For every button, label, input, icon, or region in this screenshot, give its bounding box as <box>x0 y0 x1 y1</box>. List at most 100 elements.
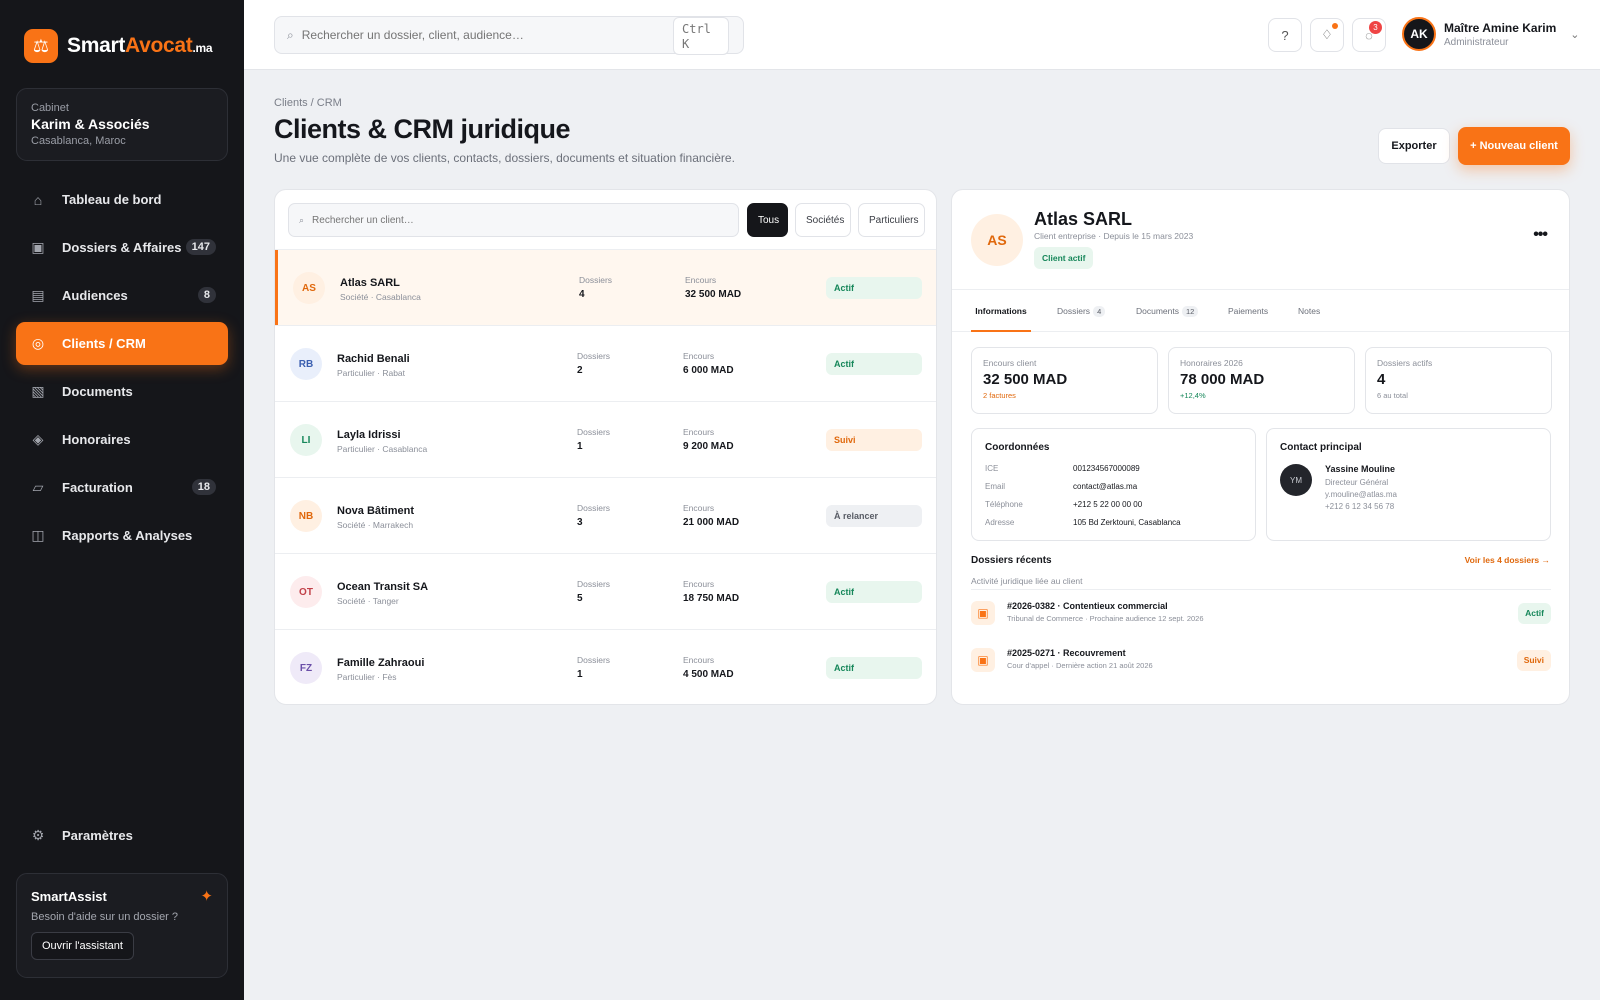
filter-all[interactable]: Tous <box>747 203 788 237</box>
more-options-icon[interactable]: ••• <box>1533 226 1548 244</box>
count-badge: 18 <box>191 479 216 495</box>
table-row[interactable]: RB Rachid Benali Particulier · Rabat Dossie… <box>275 325 936 401</box>
client-search[interactable]: ⌕ <box>288 203 739 237</box>
kpi-value: 4 <box>1377 371 1386 388</box>
user-menu[interactable]: AK Maître Amine Karim Administrateur ⌄ <box>1402 17 1579 51</box>
avatar: AS <box>293 272 325 304</box>
recent-dossier-item[interactable]: ▣ #2025-0271 · Recouvrement Cour d'appel… <box>971 644 1551 674</box>
sidebar-item-facturation[interactable]: ▱ Facturation 18 <box>16 466 228 509</box>
dossiers-count: 5 <box>577 593 583 604</box>
sidebar-item-dashboard[interactable]: ⌂ Tableau de bord <box>16 178 228 221</box>
assist-description: Besoin d'aide sur un dossier ? <box>31 911 179 923</box>
client-search-input[interactable] <box>312 214 728 226</box>
help-button[interactable]: ? <box>1268 18 1302 52</box>
sidebar-item-audiences[interactable]: ▤ Audiences 8 <box>16 274 228 317</box>
kpi-value: 32 500 MAD <box>983 371 1068 388</box>
tab-dossiers[interactable]: Dossiers 4 <box>1057 290 1106 332</box>
tab-informations[interactable]: Informations <box>971 290 1031 332</box>
notifications-button[interactable]: ♢ <box>1310 18 1344 52</box>
sidebar-item-settings[interactable]: ⚙ Paramètres <box>16 814 228 857</box>
client-name: Ocean Transit SA <box>337 581 429 593</box>
table-row[interactable]: LI Layla Idrissi Particulier · Casablanca D… <box>275 401 936 477</box>
topbar: ⌕ Ctrl K ? ♢ ◌ 3 AK Maître Amine Karim A… <box>244 0 1600 70</box>
brand-logo[interactable]: ⚖ SmartAvocat.ma <box>24 29 213 63</box>
kpi-label: Encours client <box>983 358 1037 368</box>
sidebar-item-label: Tableau de bord <box>62 192 162 207</box>
encours-value: 21 000 MAD <box>683 517 740 528</box>
fees-icon: ◈ <box>32 431 44 447</box>
export-button[interactable]: Exporter <box>1378 128 1450 164</box>
count-badge: 8 <box>197 287 216 303</box>
messages-button[interactable]: ◌ 3 <box>1352 18 1386 52</box>
encours-label: Encours <box>683 503 715 513</box>
filter-societes[interactable]: Sociétés <box>795 203 851 237</box>
search-icon: ⌕ <box>299 214 305 225</box>
invoice-icon: ▱ <box>32 479 44 495</box>
new-client-button[interactable]: + Nouveau client <box>1458 127 1570 165</box>
sidebar-item-dossiers[interactable]: ▣ Dossiers & Affaires 147 <box>16 226 228 269</box>
sidebar: ⚖ SmartAvocat.ma Cabinet Karim & Associé… <box>0 0 244 1000</box>
coord-value[interactable]: contact@atlas.ma <box>1073 482 1253 491</box>
filter-particuliers[interactable]: Particuliers <box>858 203 925 237</box>
status-badge: Actif <box>826 353 922 375</box>
global-search-input[interactable] <box>301 28 731 42</box>
page-title: Clients & CRM juridique <box>274 114 571 144</box>
client-name: Atlas SARL <box>340 277 400 289</box>
user-role: Administrateur <box>1444 36 1509 48</box>
table-row[interactable]: OT Ocean Transit SA Société · Tanger Dossie… <box>275 553 936 629</box>
sidebar-item-label: Clients / CRM <box>62 336 146 351</box>
dossiers-label: Dossiers <box>577 579 611 589</box>
coord-key: Adresse <box>985 518 1015 527</box>
sidebar-item-label: Honoraires <box>62 432 131 447</box>
status-badge: Actif <box>826 581 922 603</box>
sidebar-item-honoraires[interactable]: ◈ Honoraires <box>16 418 228 461</box>
encours-label: Encours <box>683 579 715 589</box>
open-assistant-button[interactable]: Ouvrir l'assistant <box>31 932 134 960</box>
smartassist-card: SmartAssist ✦ Besoin d'aide sur un dossi… <box>16 873 228 978</box>
tab-label: Notes <box>1298 306 1321 316</box>
recent-title: Dossiers récents <box>971 555 1052 566</box>
encours-label: Encours <box>683 655 715 665</box>
view-all-dossiers-link[interactable]: Voir les 4 dossiers → <box>1465 555 1550 565</box>
status-badge: Client actif <box>1034 247 1094 269</box>
user-name: Maître Amine Karim <box>1444 20 1557 35</box>
tab-notes[interactable]: Notes <box>1298 290 1320 332</box>
dossier-title: #2025-0271 · Recouvrement <box>1007 648 1126 658</box>
cabinet-switcher[interactable]: Cabinet Karim & Associés Casablanca, Mar… <box>16 88 228 161</box>
cabinet-location: Casablanca, Maroc <box>31 135 126 147</box>
chevron-down-icon: ⌄ <box>1570 28 1580 41</box>
tab-documents[interactable]: Documents 12 <box>1136 290 1199 332</box>
page-subtitle: Une vue complète de vos clients, contact… <box>274 151 735 165</box>
global-search[interactable]: ⌕ Ctrl K <box>274 16 744 55</box>
table-row[interactable]: NB Nova Bâtiment Société · Marrakech Dossie… <box>275 477 936 553</box>
client-type: Particulier · Fès <box>337 672 397 682</box>
dossiers-label: Dossiers <box>577 503 611 513</box>
recent-dossier-item[interactable]: ▣ #2026-0382 · Contentieux commercial Tr… <box>971 597 1551 627</box>
home-icon: ⌂ <box>33 191 43 208</box>
client-list-card: ⌕ Tous Sociétés Particuliers AS Atlas SAR… <box>274 189 937 705</box>
tab-paiements[interactable]: Paiements <box>1228 290 1268 332</box>
brand-name: SmartAvocat.ma <box>67 34 213 57</box>
sidebar-item-documents[interactable]: ▧ Documents <box>16 370 228 413</box>
table-row[interactable]: FZ Famille Zahraoui Particulier · Fès Dossi… <box>275 629 936 704</box>
avatar: AK <box>1402 17 1436 51</box>
contact-email[interactable]: y.mouline@atlas.ma <box>1325 490 1397 499</box>
sidebar-nav: ⌂ Tableau de bord ▣ Dossiers & Affaires … <box>16 178 228 562</box>
encours-value: 18 750 MAD <box>683 593 740 604</box>
dossiers-count: 3 <box>577 517 583 528</box>
table-row[interactable]: AS Atlas SARL Société · Casablanca Dossiers… <box>275 249 936 325</box>
reports-icon: ◫ <box>31 527 45 543</box>
encours-value: 32 500 MAD <box>685 289 742 300</box>
coord-value[interactable]: +212 5 22 00 00 00 <box>1073 500 1253 509</box>
shortcut-hint: Ctrl K <box>673 17 729 55</box>
contact-phone[interactable]: +212 6 12 34 56 78 <box>1325 502 1394 511</box>
client-type: Société · Marrakech <box>337 520 414 530</box>
encours-value: 4 500 MAD <box>683 669 734 680</box>
status-badge: Suivi <box>826 429 922 451</box>
sidebar-item-label: Dossiers & Affaires <box>62 240 182 255</box>
avatar: OT <box>290 576 322 608</box>
sidebar-item-rapports[interactable]: ◫ Rapports & Analyses <box>16 514 228 557</box>
dossiers-label: Dossiers <box>577 427 611 437</box>
sidebar-item-clients[interactable]: ◎ Clients / CRM <box>16 322 228 365</box>
avatar: LI <box>290 424 322 456</box>
